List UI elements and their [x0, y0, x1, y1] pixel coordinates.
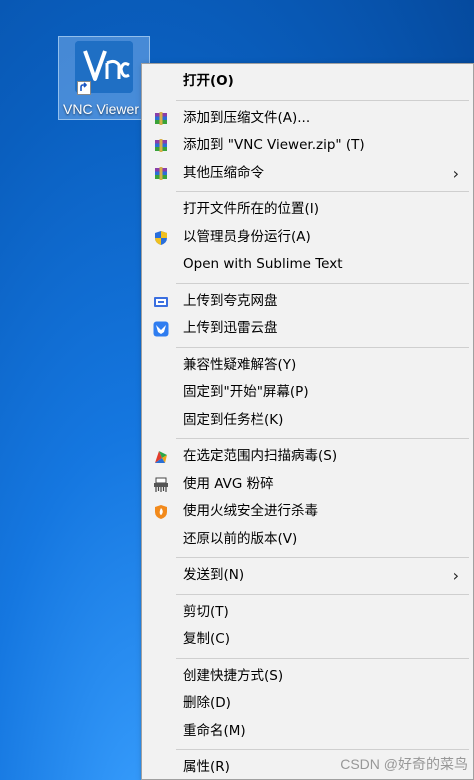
menu-item-8[interactable]: 上传到迅雷云盘 [142, 315, 473, 343]
submenu-chevron-right-icon: › [452, 566, 459, 585]
desktop-shortcut-vnc-viewer[interactable]: VNC Viewer [58, 36, 150, 120]
menu-item-label: 打开文件所在的位置(I) [183, 201, 320, 217]
menu-item-label: 创建快捷方式(S) [183, 667, 284, 684]
shredder-icon [153, 477, 169, 493]
quark-drive-icon [153, 294, 169, 310]
menu-item-label: Open with Sublime Text [183, 256, 343, 272]
menu-item-label: 固定到任务栏(K) [183, 411, 284, 428]
menu-item-15[interactable]: 还原以前的版本(V) [142, 526, 473, 554]
menu-separator [176, 749, 469, 750]
menu-item-label: 删除(D) [183, 695, 231, 711]
menu-item-3[interactable]: 其他压缩命令 › [142, 160, 473, 188]
menu-item-label: 还原以前的版本(V) [183, 530, 298, 547]
menu-item-label: 打开(O) [183, 73, 234, 89]
menu-item-label: 添加到 "VNC Viewer.zip" (T) [183, 137, 365, 153]
menu-separator [176, 657, 469, 659]
menu-item-4[interactable]: 打开文件所在的位置(I) [142, 196, 473, 224]
menu-separator [176, 346, 469, 348]
menu-item-17[interactable]: 剪切(T) [142, 599, 473, 627]
menu-item-label: 固定到"开始"屏幕(P) [183, 384, 309, 400]
menu-item-14[interactable]: 使用火绒安全进行杀毒 [142, 498, 473, 526]
menu-item-16[interactable]: 发送到(N) › [142, 562, 473, 590]
xunlei-cloud-icon [153, 321, 169, 337]
menu-item-18[interactable]: 复制(C) [142, 626, 473, 654]
menu-separator [176, 282, 469, 284]
watermark: CSDN @好奇的菜鸟 [340, 756, 468, 772]
winrar-archive-icon [153, 138, 169, 154]
submenu-chevron-right-icon: › [452, 163, 459, 183]
menu-item-10[interactable]: 固定到"开始"屏幕(P) [142, 379, 473, 407]
menu-item-1[interactable]: 添加到压缩文件(A)... [142, 105, 473, 133]
menu-item-21[interactable]: 重命名(M) [142, 718, 473, 746]
winrar-archive-icon [153, 166, 169, 182]
shortcut-arrow-icon [77, 81, 91, 95]
menu-item-label: 添加到压缩文件(A)... [183, 109, 311, 126]
uac-shield-icon [153, 230, 169, 246]
menu-item-19[interactable]: 创建快捷方式(S) [142, 663, 473, 691]
huorong-shield-icon [153, 504, 169, 520]
menu-item-6[interactable]: Open with Sublime Text [142, 251, 473, 279]
avg-scan-icon [153, 449, 169, 465]
menu-item-label: 剪切(T) [183, 603, 229, 620]
menu-item-label: 在选定范围内扫描病毒(S) [183, 448, 338, 464]
menu-separator [176, 99, 469, 101]
context-menu: 打开(O) 添加到压缩文件(A)... 添加到 "VNC Viewer.zip" (… [141, 63, 474, 780]
menu-item-11[interactable]: 固定到任务栏(K) [142, 407, 473, 435]
menu-item-0[interactable]: 打开(O) [142, 68, 473, 96]
menu-separator [176, 191, 469, 192]
menu-item-label: 上传到迅雷云盘 [183, 320, 278, 336]
menu-item-label: 发送到(N) [183, 567, 245, 583]
menu-separator [176, 438, 469, 439]
menu-item-label: 以管理员身份运行(A) [183, 228, 311, 245]
menu-item-label: 复制(C) [183, 631, 230, 647]
menu-item-label: 兼容性疑难解答(Y) [183, 356, 297, 373]
menu-item-2[interactable]: 添加到 "VNC Viewer.zip" (T) [142, 132, 473, 160]
menu-item-12[interactable]: 在选定范围内扫描病毒(S) [142, 443, 473, 471]
menu-item-5[interactable]: 以管理员身份运行(A) [142, 224, 473, 252]
menu-item-label: 使用 AVG 粉碎 [183, 475, 274, 492]
menu-item-label: 属性(R) [183, 759, 230, 775]
menu-item-13[interactable]: 使用 AVG 粉碎 [142, 471, 473, 499]
menu-item-7[interactable]: 上传到夸克网盘 [142, 288, 473, 316]
menu-item-label: 其他压缩命令 [183, 164, 264, 181]
menu-item-20[interactable]: 删除(D) [142, 690, 473, 718]
menu-separator [176, 557, 469, 558]
menu-item-9[interactable]: 兼容性疑难解答(Y) [142, 352, 473, 380]
menu-item-label: 重命名(M) [183, 722, 246, 739]
winrar-archive-icon [153, 111, 169, 127]
menu-item-label: 上传到夸克网盘 [183, 292, 278, 309]
menu-item-label: 使用火绒安全进行杀毒 [183, 503, 318, 519]
menu-separator [176, 593, 469, 595]
